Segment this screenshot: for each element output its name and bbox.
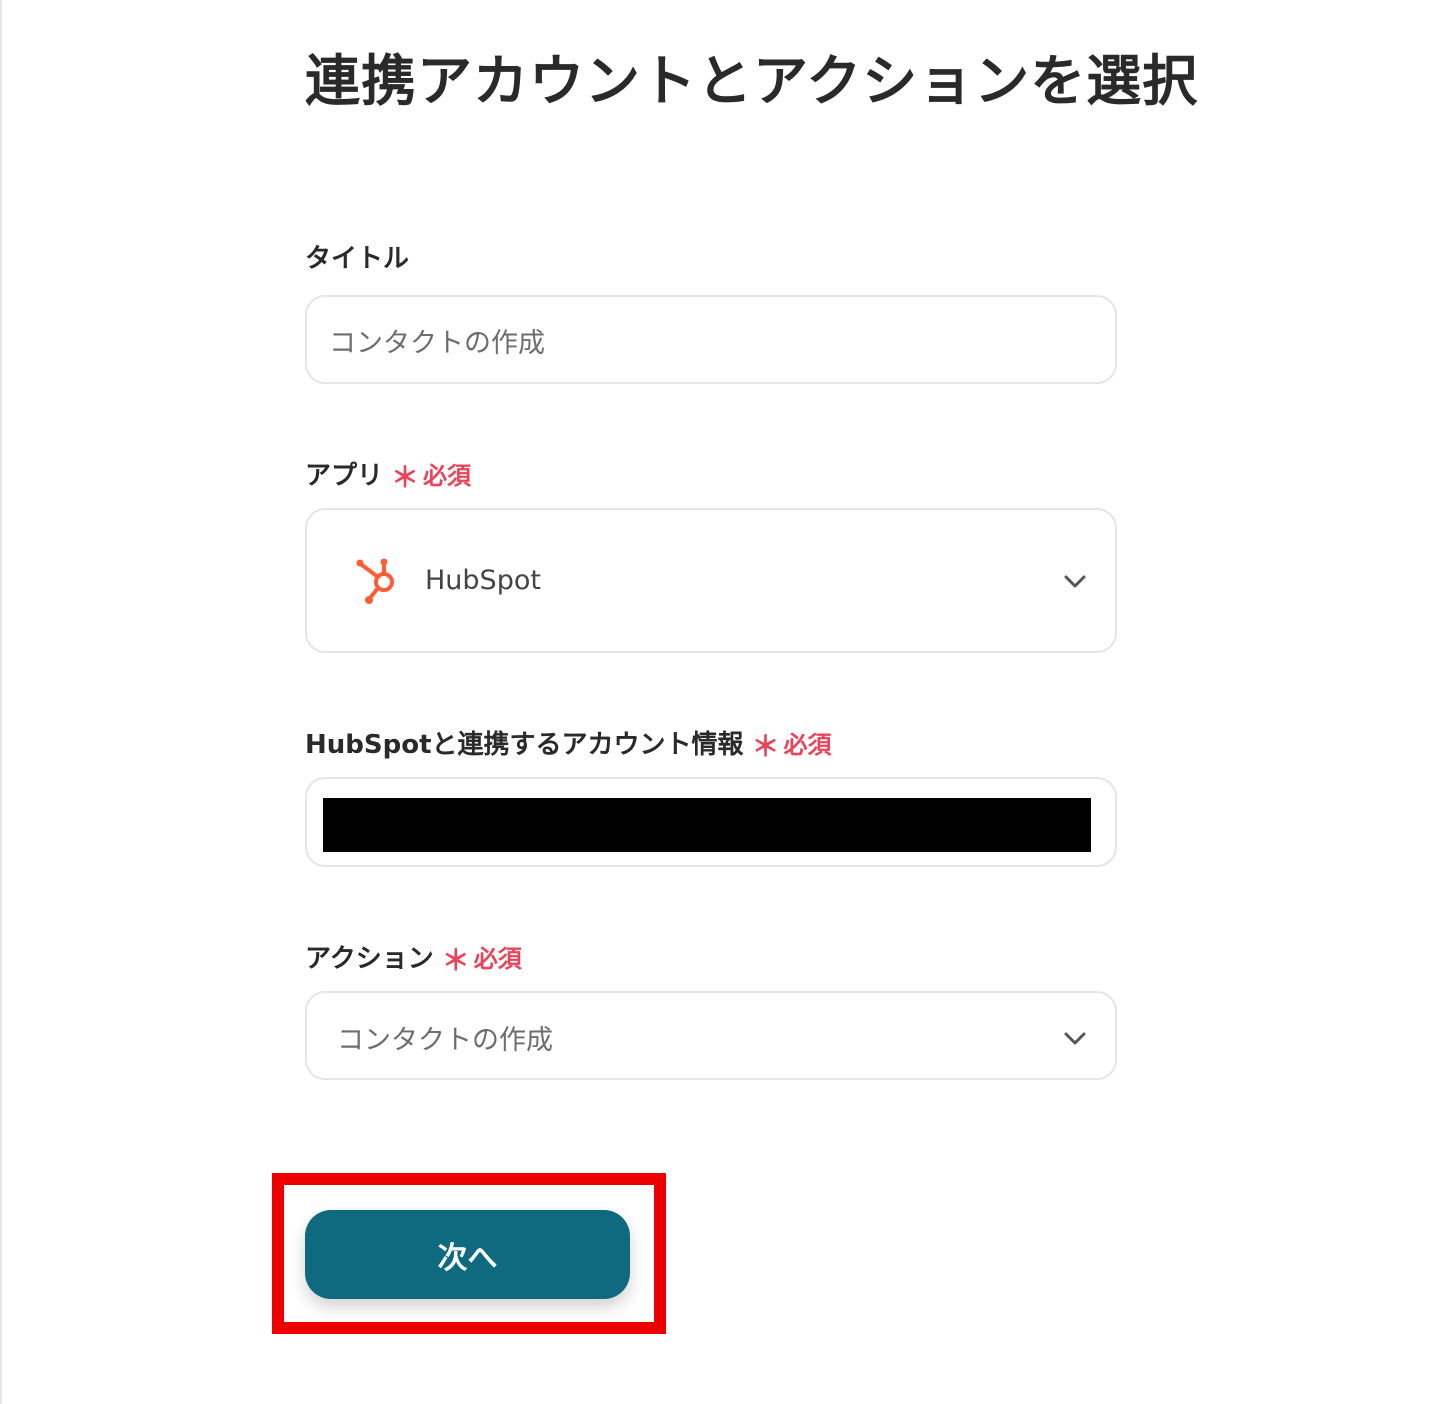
page-title: 連携アカウントとアクションを選択: [305, 49, 1199, 113]
page-left-edge: [0, 0, 2, 1404]
redacted-account-value: [323, 798, 1091, 852]
title-input[interactable]: コンタクトの作成: [305, 295, 1117, 384]
action-field-label: アクション ＊ 必須: [305, 936, 522, 978]
required-star: ＊: [391, 461, 420, 494]
required-star: ＊: [441, 944, 470, 977]
chevron-down-icon: [1061, 1024, 1089, 1052]
hubspot-logo-icon: [353, 554, 405, 606]
required-indicator: ＊ 必須: [441, 936, 522, 977]
account-label-text: HubSpotと連携するアカウント情報: [305, 729, 744, 760]
required-text: 必須: [423, 461, 472, 490]
chevron-down-icon: [1061, 567, 1089, 595]
action-label-text: アクション: [305, 943, 434, 974]
highlight-frame: [272, 1173, 666, 1334]
action-select[interactable]: コンタクトの作成: [305, 991, 1117, 1080]
required-indicator: ＊ 必須: [391, 453, 472, 494]
required-indicator: ＊ 必須: [751, 722, 832, 763]
app-label-text: アプリ: [305, 460, 384, 491]
action-select-value: コンタクトの作成: [337, 1025, 553, 1056]
required-text: 必須: [473, 944, 522, 973]
title-field-label: タイトル: [305, 238, 409, 275]
account-select[interactable]: [305, 777, 1117, 867]
title-input-value: コンタクトの作成: [329, 328, 545, 359]
required-star: ＊: [751, 730, 780, 763]
required-text: 必須: [783, 730, 832, 759]
title-label-text: タイトル: [305, 244, 410, 274]
app-field-label: アプリ ＊ 必須: [305, 453, 472, 495]
app-select-value: HubSpot: [425, 565, 541, 596]
account-field-label: HubSpotと連携するアカウント情報 ＊ 必須: [305, 722, 832, 764]
app-select[interactable]: HubSpot: [305, 508, 1117, 653]
